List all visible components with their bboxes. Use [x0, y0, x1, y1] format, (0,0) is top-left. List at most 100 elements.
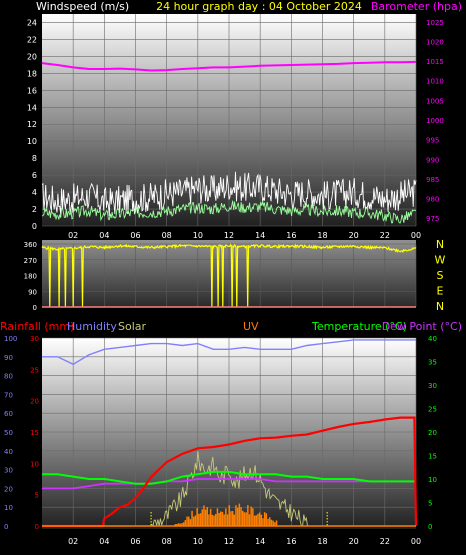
uv-bar [257, 513, 259, 526]
humidity-tick-label: 20 [4, 485, 13, 493]
compass-label: N [436, 238, 444, 251]
rain-x-tick-label: 10 [193, 537, 203, 546]
legend-solar: Solar [118, 320, 147, 333]
wind-tick-label: 20 [27, 52, 37, 61]
direction-tick-label: 360 [24, 241, 37, 249]
wind-tick-label: 8 [32, 154, 37, 163]
barometer-tick-label: 980 [426, 196, 439, 204]
uv-bar [213, 515, 215, 526]
uv-bar [236, 507, 239, 526]
humidity-tick-label: 0 [4, 523, 8, 531]
wind-axis-title: Windspeed (m/s) [36, 0, 129, 13]
barometer-tick-label: 1020 [426, 38, 444, 46]
uv-bar [216, 508, 219, 526]
barometer-tick-label: 985 [426, 176, 439, 184]
uv-bar [243, 512, 246, 526]
rain-tick-label: 5 [35, 492, 39, 500]
uv-bar [208, 514, 210, 526]
uv-bar [240, 507, 242, 526]
uv-bar [215, 514, 217, 526]
uv-bar [204, 509, 207, 526]
humidity-tick-label: 100 [4, 335, 17, 343]
rain-x-tick-label: 14 [255, 537, 265, 546]
uv-bar [263, 512, 266, 526]
uv-bar [188, 516, 190, 526]
rain-x-tick-label: 04 [99, 537, 109, 546]
uv-bar [199, 513, 202, 526]
uv-bar [250, 506, 252, 526]
uv-bar [245, 512, 247, 526]
uv-bar [203, 505, 205, 526]
wind-x-tick-label: 12 [224, 231, 234, 240]
uv-bar [201, 509, 203, 526]
legend-uv: UV [243, 320, 259, 333]
uv-bar [233, 514, 235, 526]
uv-bar [267, 518, 269, 526]
wind-tick-label: 2 [32, 205, 37, 214]
rain-x-tick-label: 20 [349, 537, 359, 546]
compass-label: S [437, 269, 444, 282]
chart-title: 24 hour graph day : 04 October 2024 [156, 0, 362, 13]
humidity-tick-label: 70 [4, 391, 13, 399]
temperature-tick-label: 30 [428, 382, 437, 390]
direction-tick-label: 270 [24, 257, 37, 265]
temperature-tick-label: 5 [428, 500, 432, 508]
wind-x-tick-label: 20 [349, 231, 359, 240]
legend-dewpoint: Dew Point (°C) [382, 320, 462, 333]
uv-bar [265, 513, 268, 526]
uv-bar [228, 505, 230, 526]
wind-tick-label: 14 [27, 103, 37, 112]
wind-x-tick-label: 00 [411, 231, 421, 240]
rain-tick-label: 0 [35, 523, 39, 531]
wind-tick-label: 6 [32, 171, 37, 180]
uv-bar [258, 512, 261, 526]
uv-bar [253, 515, 256, 526]
temperature-tick-label: 15 [428, 453, 437, 461]
temperature-tick-label: 35 [428, 359, 437, 367]
uv-bar [186, 516, 188, 526]
direction-tick-label: 180 [24, 273, 37, 281]
rain-tick-label: 10 [30, 460, 39, 468]
uv-bar [221, 511, 224, 526]
direction-tick-label: 90 [28, 288, 37, 296]
humidity-tick-label: 60 [4, 410, 13, 418]
wind-x-tick-label: 22 [380, 231, 390, 240]
wind-tick-label: 0 [32, 222, 37, 231]
rain-x-tick-label: 16 [286, 537, 296, 546]
wind-x-tick-label: 18 [317, 231, 327, 240]
uv-bar [238, 503, 241, 526]
humidity-tick-label: 40 [4, 448, 13, 456]
wind-x-tick-label: 16 [286, 231, 296, 240]
uv-bar [189, 519, 192, 526]
wind-x-tick-label: 04 [99, 231, 109, 240]
uv-bar [230, 511, 232, 526]
humidity-tick-label: 80 [4, 373, 13, 381]
uv-bar [262, 518, 264, 526]
rain-tick-label: 30 [30, 335, 39, 343]
uv-bar [223, 514, 225, 526]
rain-x-tick-label: 22 [380, 537, 390, 546]
humidity-tick-label: 50 [4, 429, 13, 437]
uv-bar [272, 520, 274, 526]
wind-x-tick-label: 06 [130, 231, 140, 240]
uv-bar [260, 514, 263, 526]
rain-x-tick-label: 12 [224, 537, 234, 546]
uv-bar [269, 517, 271, 526]
compass-label: N [436, 300, 444, 313]
uv-bar [247, 505, 249, 526]
uv-bar [242, 510, 244, 526]
barometer-tick-label: 1010 [426, 78, 444, 86]
wind-tick-label: 24 [27, 18, 37, 27]
uv-bar [196, 508, 198, 526]
temperature-tick-label: 40 [428, 335, 437, 343]
wind-x-tick-label: 02 [68, 231, 78, 240]
uv-bar [198, 513, 200, 526]
barometer-tick-label: 995 [426, 137, 439, 145]
uv-bar [211, 514, 214, 526]
wind-tick-label: 18 [27, 69, 37, 78]
uv-bar [255, 515, 257, 526]
barometer-tick-label: 1000 [426, 117, 444, 125]
wind-tick-label: 4 [32, 188, 37, 197]
wind-tick-label: 10 [27, 137, 37, 146]
uv-bar [218, 513, 220, 526]
